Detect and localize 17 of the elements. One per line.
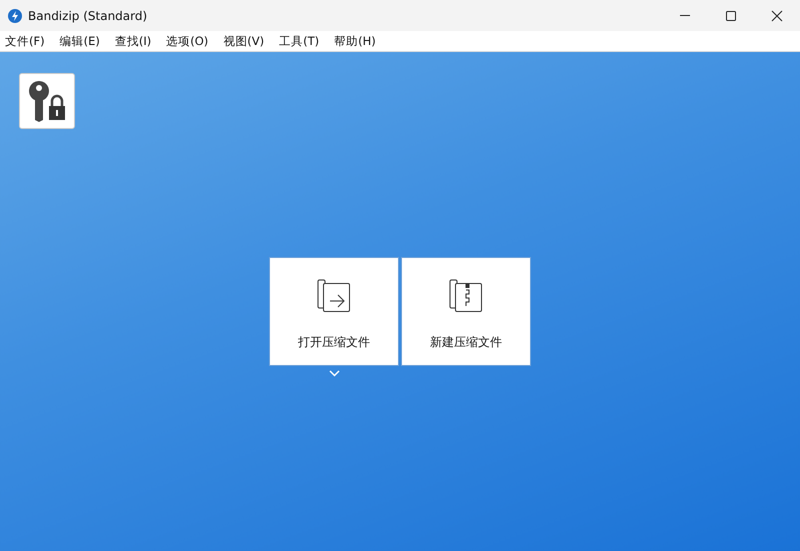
minimize-icon (680, 15, 690, 16)
menu-item[interactable]: 工具(T) (274, 34, 324, 48)
tile-button[interactable]: 打开压缩文件 (269, 257, 399, 366)
app-logo-icon (8, 8, 22, 22)
menu-item[interactable]: 帮助(H) (329, 34, 380, 48)
menu-item[interactable]: 选项(O) (161, 34, 212, 48)
menu-item[interactable]: 编辑(E) (54, 34, 104, 48)
tile-button[interactable]: 新建压缩文件 (401, 257, 531, 366)
window-title: Bandizip (Standard) (28, 8, 148, 22)
key-lock-icon (27, 80, 67, 122)
encrypt-button[interactable] (19, 73, 75, 129)
menu-item[interactable]: 查找(I) (110, 34, 156, 48)
menu-item[interactable]: 文件(F) (0, 34, 49, 48)
close-icon (771, 10, 783, 22)
menu-item[interactable]: 视图(V) (218, 34, 268, 48)
chevron-down-icon[interactable] (328, 370, 340, 377)
maximize-icon (725, 10, 737, 22)
